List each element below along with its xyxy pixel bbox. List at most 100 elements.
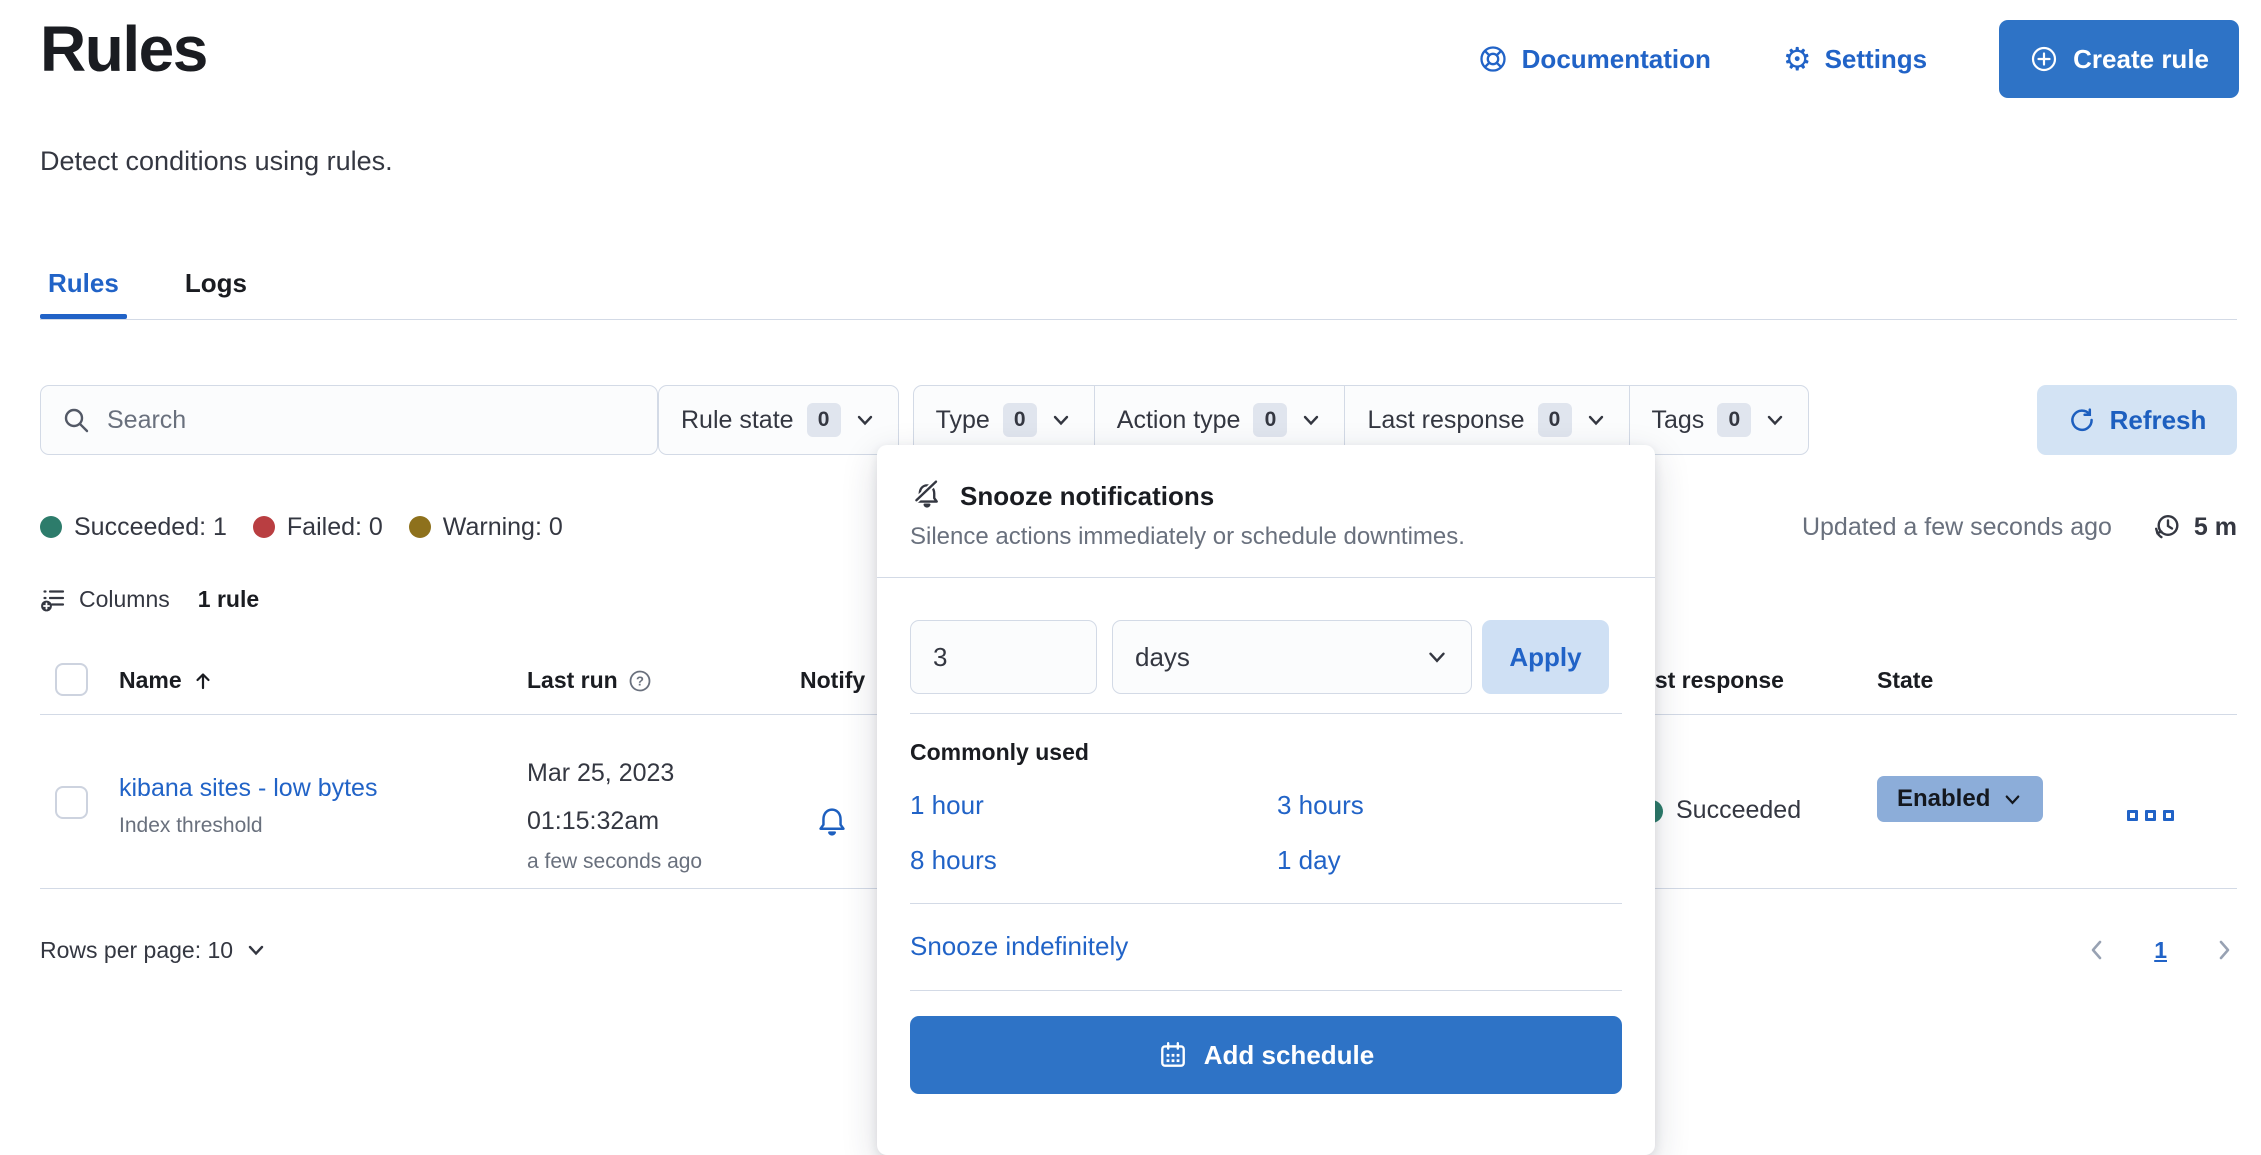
snooze-option-1-hour[interactable]: 1 hour — [910, 790, 1277, 821]
column-header-name[interactable]: Name — [119, 667, 214, 694]
last-response-value: Succeeded — [1676, 796, 1801, 825]
snooze-option-3-hours[interactable]: 3 hours — [1277, 790, 1622, 821]
tabs-divider — [40, 319, 2237, 320]
boxes-horizontal-icon — [2163, 810, 2174, 821]
svg-text:?: ? — [636, 673, 644, 688]
column-header-last-run[interactable]: Last run ? — [527, 667, 652, 694]
health-succeeded: Succeeded: 1 — [40, 513, 227, 542]
filter-label: Type — [936, 406, 990, 435]
search-input[interactable] — [107, 406, 637, 435]
tab-rules[interactable]: Rules — [40, 258, 127, 321]
table-controls: Columns 1 rule — [40, 586, 259, 613]
rule-name-cell: kibana sites - low bytes Index threshold — [119, 772, 417, 840]
boxes-horizontal-icon — [2145, 810, 2156, 821]
search-box — [40, 385, 658, 455]
previous-page-icon[interactable] — [2084, 937, 2110, 963]
chevron-down-icon — [1300, 409, 1322, 431]
column-header-state[interactable]: State — [1877, 667, 1933, 694]
filter-label: Tags — [1652, 406, 1705, 435]
calendar-icon — [1158, 1040, 1188, 1070]
snooze-option-1-day[interactable]: 1 day — [1277, 845, 1622, 876]
tab-bar: Rules Logs — [40, 258, 255, 321]
filter-label: Action type — [1117, 406, 1241, 435]
chevron-down-icon — [854, 409, 876, 431]
chevron-down-icon — [1425, 645, 1449, 669]
bell-slash-icon — [910, 479, 944, 513]
column-header-notify[interactable]: Notify — [800, 667, 865, 694]
last-run-relative: a few seconds ago — [527, 845, 702, 879]
snooze-unit-select[interactable]: days — [1112, 620, 1472, 694]
last-run-time: 01:15:32am — [527, 797, 702, 845]
status-right: Updated a few seconds ago 5 m — [1802, 512, 2237, 542]
columns-icon — [40, 586, 67, 613]
filter-count-badge: 0 — [1717, 403, 1751, 437]
last-run-date: Mar 25, 2023 — [527, 749, 702, 797]
snooze-indefinitely-link[interactable]: Snooze indefinitely — [910, 931, 1622, 962]
filter-last-response[interactable]: Last response 0 — [1344, 386, 1628, 454]
chevron-down-icon — [2002, 789, 2023, 810]
danger-dot-icon — [253, 516, 275, 538]
last-run-cell: Mar 25, 2023 01:15:32am a few seconds ag… — [527, 749, 702, 879]
question-circle-icon: ? — [628, 669, 652, 693]
filter-count-badge: 0 — [1538, 403, 1572, 437]
filter-label: Rule state — [681, 406, 794, 435]
sort-asc-arrow-icon — [192, 670, 214, 692]
filter-group-rule-state: Rule state 0 — [658, 385, 899, 455]
filter-tags[interactable]: Tags 0 — [1629, 386, 1809, 454]
header-actions: Documentation ⚙ Settings Create rule — [1477, 20, 2239, 98]
snooze-option-8-hours[interactable]: 8 hours — [910, 845, 1277, 876]
popover-divider — [910, 903, 1622, 904]
columns-button[interactable]: Columns — [40, 586, 170, 613]
row-actions-button[interactable] — [2127, 810, 2174, 821]
page-subtitle: Detect conditions using rules. — [40, 146, 393, 177]
tab-logs[interactable]: Logs — [177, 258, 255, 321]
snooze-value-input[interactable] — [910, 620, 1097, 694]
next-page-icon[interactable] — [2211, 937, 2237, 963]
time-refresh-icon — [2152, 512, 2182, 542]
rows-per-page-button[interactable]: Rows per page: 10 — [40, 937, 267, 964]
snooze-title: Snooze notifications — [960, 481, 1214, 512]
state-badge[interactable]: Enabled — [1877, 776, 2043, 822]
filter-action-type[interactable]: Action type 0 — [1094, 386, 1345, 454]
filter-type[interactable]: Type 0 — [914, 386, 1094, 454]
add-schedule-button[interactable]: Add schedule — [910, 1016, 1622, 1094]
state-header-label: State — [1877, 667, 1933, 694]
create-rule-label: Create rule — [2073, 44, 2209, 75]
documentation-link[interactable]: Documentation — [1477, 43, 1711, 75]
success-dot-icon — [40, 516, 62, 538]
refresh-button[interactable]: Refresh — [2037, 385, 2237, 455]
filter-count-badge: 0 — [807, 403, 841, 437]
popover-divider — [910, 713, 1622, 714]
apply-button[interactable]: Apply — [1482, 620, 1609, 694]
refresh-interval-button[interactable]: 5 m — [2152, 512, 2237, 542]
notify-header-label: Notify — [800, 667, 865, 694]
warning-dot-icon — [409, 516, 431, 538]
documentation-label: Documentation — [1522, 44, 1711, 75]
create-rule-button[interactable]: Create rule — [1999, 20, 2239, 98]
page-number[interactable]: 1 — [2154, 937, 2167, 964]
filter-rule-state[interactable]: Rule state 0 — [659, 386, 898, 454]
columns-label: Columns — [79, 586, 170, 613]
gear-icon: ⚙ — [1783, 43, 1812, 75]
chevron-down-icon — [1585, 409, 1607, 431]
settings-link[interactable]: ⚙ Settings — [1783, 43, 1927, 75]
snooze-controls: days Apply — [910, 620, 1622, 694]
refresh-interval-value: 5 m — [2194, 513, 2237, 542]
filter-count-badge: 0 — [1003, 403, 1037, 437]
rule-type-label: Index threshold — [119, 812, 417, 840]
chevron-down-icon — [1050, 409, 1072, 431]
notify-bell-button[interactable] — [814, 804, 850, 840]
select-all-checkbox[interactable] — [55, 663, 88, 696]
state-badge-label: Enabled — [1897, 785, 1990, 813]
refresh-label: Refresh — [2110, 405, 2207, 436]
refresh-icon — [2068, 406, 2096, 434]
rule-name-link[interactable]: kibana sites - low bytes — [119, 772, 417, 804]
popover-divider — [877, 577, 1655, 578]
row-checkbox[interactable] — [55, 786, 88, 819]
plus-circle-icon — [2029, 44, 2059, 74]
name-header-label: Name — [119, 667, 182, 694]
rows-per-page-label: Rows per page: 10 — [40, 937, 233, 964]
snooze-popover: Snooze notifications Silence actions imm… — [877, 445, 1655, 1155]
snooze-popover-header: Snooze notifications Silence actions imm… — [877, 445, 1655, 577]
pager: 1 — [2084, 937, 2237, 964]
